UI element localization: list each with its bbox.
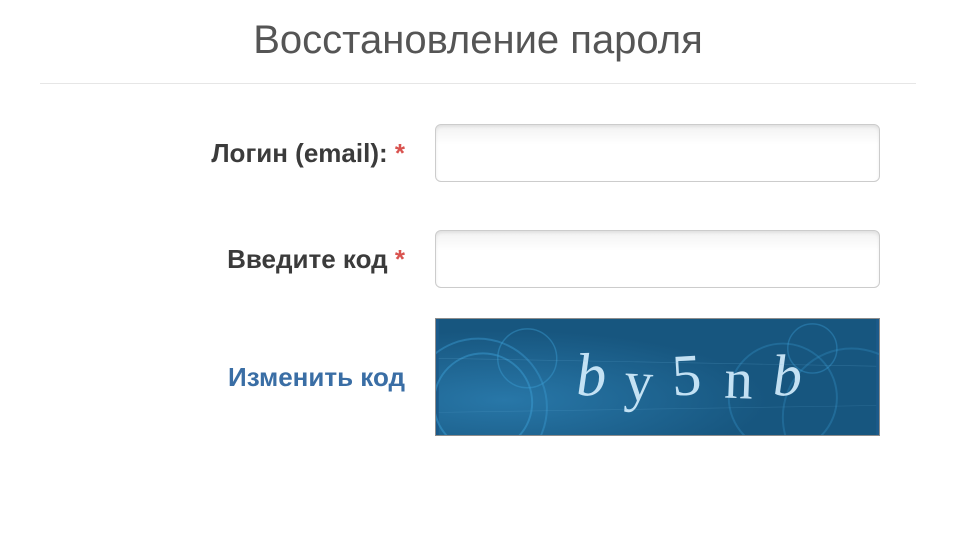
login-row: Логин (email): * [40,124,916,182]
code-input-container [435,230,916,288]
code-input[interactable] [435,230,880,288]
login-label: Логин (email): [211,138,387,168]
code-row: Введите код * [40,230,916,288]
svg-text:b: b [771,342,805,409]
login-input[interactable] [435,124,880,182]
divider [40,83,916,84]
change-link-container: Изменить код [40,362,435,393]
captcha-image: b y 5 n b [435,318,880,436]
svg-text:5: 5 [670,341,705,409]
change-code-link[interactable]: Изменить код [228,362,405,392]
required-asterisk: * [395,244,405,274]
required-asterisk: * [395,138,405,168]
password-recovery-form: Восстановление пароля Логин (email): * В… [0,0,956,476]
svg-text:b: b [575,342,610,410]
login-input-container [435,124,916,182]
svg-text:y: y [623,350,657,415]
svg-text:n: n [723,348,756,412]
page-title: Восстановление пароля [40,10,916,83]
captcha-row: Изменить код b y [40,318,916,436]
code-label: Введите код [227,244,388,274]
login-label-container: Логин (email): * [40,138,435,169]
code-label-container: Введите код * [40,244,435,275]
